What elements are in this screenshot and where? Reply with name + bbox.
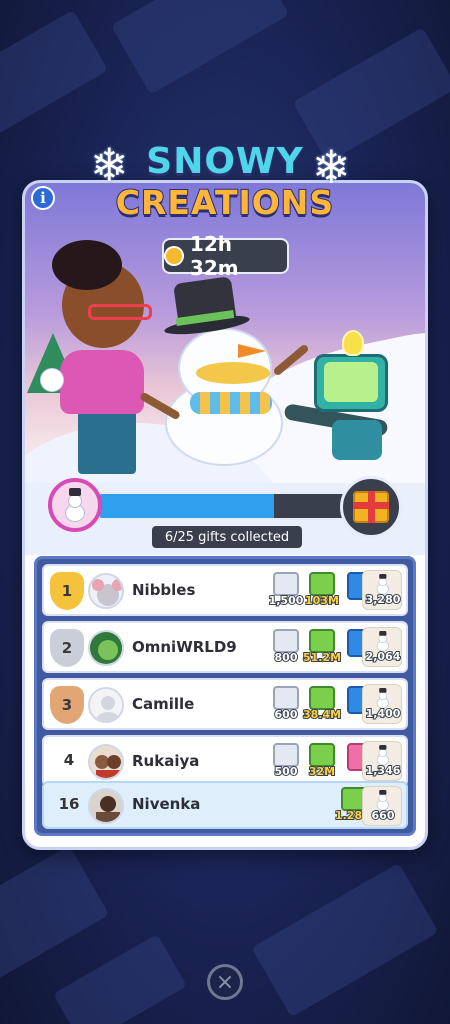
- player-name: Camille: [132, 695, 195, 713]
- snowman-scarf: [190, 392, 272, 414]
- rank-badge-gold: 1: [50, 572, 84, 610]
- rank-number: 16: [58, 795, 80, 813]
- player-name: Nibbles: [132, 581, 196, 599]
- snowman-points: 2,064: [362, 627, 402, 667]
- player-name: Nivenka: [132, 795, 201, 813]
- snowman-points: 3,280: [362, 570, 402, 610]
- rank-badge-bronze: 3: [50, 686, 84, 724]
- avatar: [88, 687, 124, 723]
- close-button[interactable]: ×: [207, 964, 243, 1000]
- snowman-carrot-nose: [238, 344, 266, 358]
- snowman-icon: [375, 574, 391, 595]
- dice-icon: [273, 629, 299, 653]
- snowman-icon: [375, 790, 391, 811]
- snowman-icon: [375, 631, 391, 652]
- snowman-icon: [62, 488, 88, 522]
- dice-icon: [273, 686, 299, 710]
- timer-text: 12h 32m: [189, 232, 239, 280]
- player-name: Rukaiya: [132, 752, 200, 770]
- character-girl-legs: [78, 410, 136, 474]
- leaderboard: 1 Nibbles 1,500 103M 3,280 2 OmniWRLD9 8…: [34, 556, 416, 836]
- event-title-line1: SNOWY: [145, 141, 304, 183]
- robot-body: [332, 420, 382, 460]
- avatar: [88, 788, 124, 824]
- snowman-icon: [375, 688, 391, 709]
- cash-reward: 103M: [304, 572, 340, 612]
- character-girl-body: [60, 350, 144, 414]
- robot-screen: [324, 362, 378, 402]
- snowman-icon: [375, 745, 391, 766]
- leaderboard-row[interactable]: 3 Camille 600 38.4M 1,400: [42, 678, 408, 730]
- snowman-points: 660: [362, 786, 402, 826]
- rank-badge-silver: 2: [50, 629, 84, 667]
- cash-icon: [309, 686, 335, 710]
- event-timer: 12h 32m: [162, 232, 289, 280]
- player-name: OmniWRLD9: [132, 638, 237, 656]
- close-icon: ×: [215, 969, 235, 995]
- avatar: [88, 573, 124, 609]
- leaderboard-row[interactable]: 2 OmniWRLD9 800 51.2M 2,064: [42, 621, 408, 673]
- snowball: [40, 368, 64, 392]
- progress-bar: [98, 492, 352, 520]
- gift-progress: 6/25 gifts collected: [48, 476, 408, 548]
- info-icon[interactable]: i: [31, 186, 55, 210]
- character-girl-hair: [52, 240, 122, 290]
- leaderboard-row[interactable]: 1 Nibbles 1,500 103M 3,280: [42, 564, 408, 616]
- snowman-mustache: [196, 362, 270, 384]
- cash-reward: 32M: [304, 743, 340, 783]
- leaderboard-row[interactable]: 4 Rukaiya 500 32M 1,346: [42, 735, 408, 787]
- cash-icon: [309, 629, 335, 653]
- gift-reward-button[interactable]: [340, 476, 402, 538]
- snowman-points: 1,346: [362, 741, 402, 781]
- dice-icon: [273, 743, 299, 767]
- cash-icon: [309, 572, 335, 596]
- lightbulb-icon: [342, 330, 364, 356]
- cash-reward: 51.2M: [302, 629, 342, 669]
- avatar: [88, 630, 124, 666]
- event-title: SNOWY CREATIONS: [95, 141, 355, 238]
- avatar: [88, 744, 124, 780]
- snowman-points: 1,400: [362, 684, 402, 724]
- progress-bar-fill: [100, 494, 274, 518]
- rank-number: 4: [63, 751, 75, 769]
- gift-icon: [353, 491, 389, 523]
- character-girl-glasses: [88, 304, 152, 320]
- stopwatch-icon: [164, 246, 184, 266]
- event-title-line2: CREATIONS: [115, 183, 335, 223]
- leaderboard-row-current-player[interactable]: 16 Nivenka 1.28M 660: [42, 781, 408, 829]
- progress-label: 6/25 gifts collected: [152, 526, 302, 548]
- cash-icon: [309, 743, 335, 767]
- cash-reward: 38.4M: [302, 686, 342, 726]
- snowman-token: [48, 478, 102, 532]
- dice-icon: [273, 572, 299, 596]
